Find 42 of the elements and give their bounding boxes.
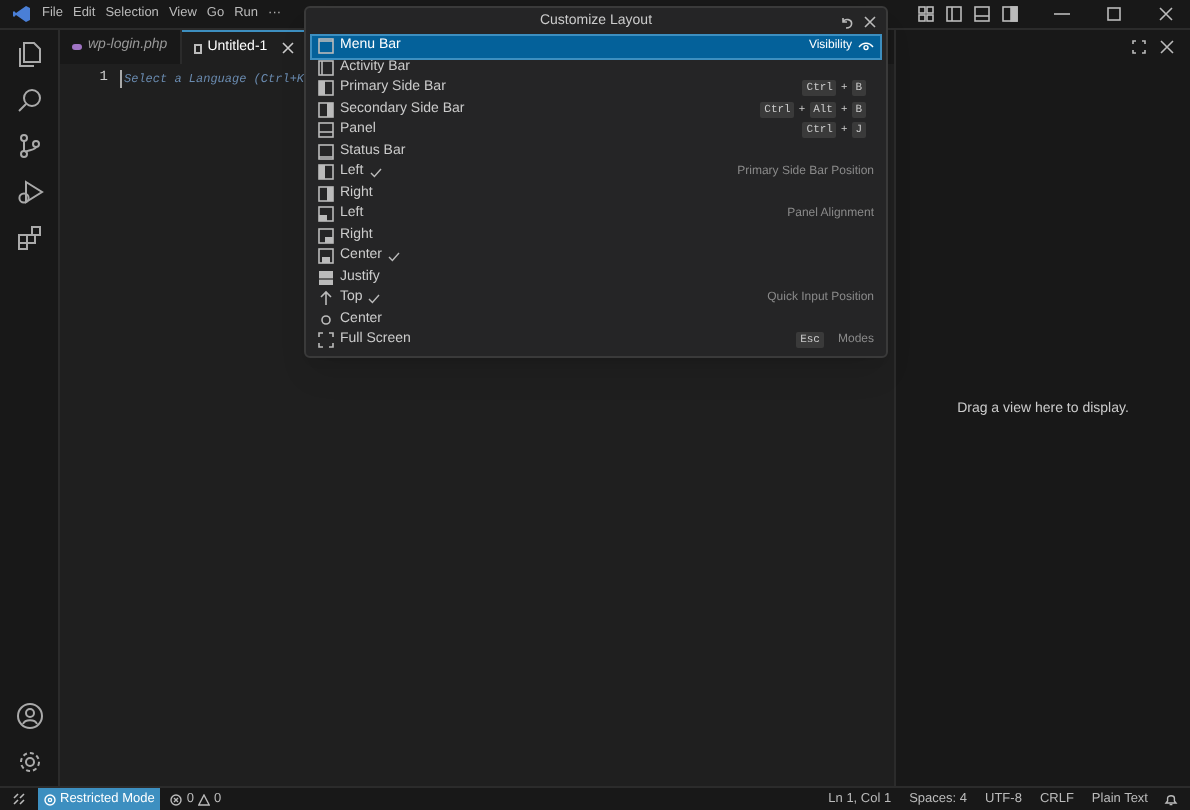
panel-icon[interactable] xyxy=(974,6,990,22)
right-side-bar-icon xyxy=(318,101,334,118)
run-debug-icon[interactable] xyxy=(15,178,43,206)
undo-icon[interactable] xyxy=(840,15,854,29)
primary-side-bar-icon[interactable] xyxy=(946,6,962,22)
extensions-icon[interactable] xyxy=(15,224,43,252)
account-icon[interactable] xyxy=(15,702,43,730)
branch-icon[interactable] xyxy=(15,132,43,160)
files-icon[interactable] xyxy=(15,40,43,68)
remote-icon[interactable] xyxy=(12,792,26,806)
close-icon[interactable] xyxy=(281,42,294,54)
panel-center-icon xyxy=(318,248,334,265)
activity-bar-icon xyxy=(318,59,334,76)
panel-icon xyxy=(318,122,334,139)
circle-icon xyxy=(318,311,334,328)
full-screen-icon xyxy=(318,332,334,349)
app-logo-icon xyxy=(12,4,32,24)
panel-right-icon xyxy=(318,227,334,244)
right-side-bar-icon xyxy=(318,185,334,202)
left-side-bar-icon xyxy=(318,164,334,181)
eye-icon[interactable] xyxy=(858,41,874,52)
search-icon[interactable] xyxy=(15,86,43,114)
panel-justify-icon xyxy=(318,269,334,286)
status-bar-icon xyxy=(318,143,334,160)
bell-icon[interactable] xyxy=(1164,792,1178,806)
close-icon[interactable] xyxy=(1160,40,1174,54)
error-icon xyxy=(170,793,183,805)
expand-icon[interactable] xyxy=(1132,40,1146,54)
file-icon xyxy=(193,43,202,53)
file-icon xyxy=(72,44,82,50)
arrow-up-icon xyxy=(318,290,334,307)
warning-icon xyxy=(197,793,210,805)
secondary-side-bar-icon[interactable] xyxy=(1002,6,1018,22)
shield-icon xyxy=(44,793,56,805)
panel-left-icon xyxy=(318,206,334,223)
close-icon[interactable] xyxy=(864,16,876,28)
maximize-icon[interactable] xyxy=(1106,6,1122,22)
close-icon[interactable] xyxy=(1158,6,1174,22)
menu-bar-icon xyxy=(318,38,334,55)
left-side-bar-icon xyxy=(318,80,334,97)
settings-icon[interactable] xyxy=(15,748,43,776)
layout-icon[interactable] xyxy=(918,6,934,22)
